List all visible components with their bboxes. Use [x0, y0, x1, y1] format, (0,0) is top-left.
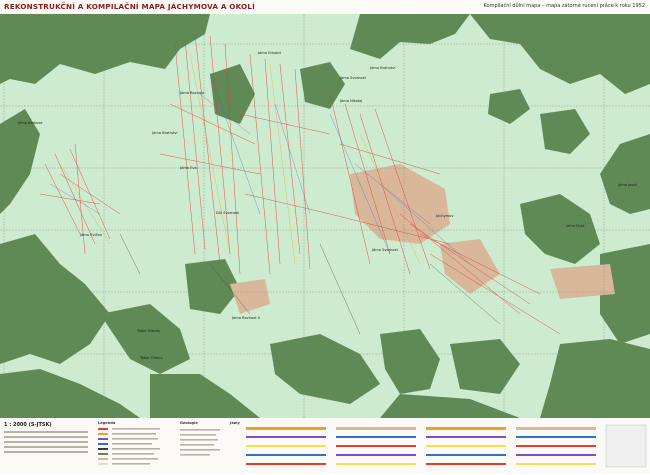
legend-graphic — [98, 424, 647, 468]
map-title: REKONSTRUKČNÍ A KOMPILAČNÍ MAPA JÁCHYMOV… — [4, 2, 256, 11]
legend-heading: Geologie — [180, 421, 198, 425]
map-label: Jáma Rovnost II — [231, 316, 260, 320]
map-label: Důl Svornost — [216, 211, 240, 215]
scale-block: 1 : 2000 (S-JTSK) — [4, 422, 92, 470]
legend-text-lines — [112, 428, 220, 465]
map-label: Jáma Nikolaj — [339, 99, 362, 103]
text-line — [4, 441, 88, 443]
map-label: Jáma Svornost — [339, 76, 366, 80]
map-label: Jáma Bratrství — [369, 66, 397, 70]
map-label: Jáma Bratrství — [151, 131, 179, 135]
map-label: Tábor Ostrov — [139, 356, 164, 360]
map-label: Tábor Nikolaj — [136, 329, 160, 333]
legend: Legenda Geologie Jámy — [96, 421, 648, 471]
map-label: Jáma Josef — [617, 183, 637, 187]
map-label: Jáma Evička — [79, 233, 102, 237]
text-line — [4, 446, 88, 448]
map-label: Jáchymov — [435, 214, 454, 218]
map-label: Jáma Rovnost — [179, 91, 205, 95]
title-bar: REKONSTRUKČNÍ A KOMPILAČNÍ MAPA JÁCHYMOV… — [0, 0, 650, 14]
legend-heading: Jámy — [230, 421, 240, 425]
scale-label: 1 : 2000 (S-JTSK) — [4, 422, 52, 428]
text-line — [4, 431, 88, 433]
map-label: Jáma Eliáš — [565, 224, 585, 228]
shaft-profiles — [246, 424, 647, 468]
text-line — [4, 451, 88, 453]
legend-swatches-1 — [98, 428, 108, 465]
map-label: Jáma Eduard — [257, 51, 281, 55]
map-label: Jáma Barbora — [17, 121, 42, 125]
map-label: Jáma Svornost — [371, 248, 398, 252]
map-sheet: REKONSTRUKČNÍ A KOMPILAČNÍ MAPA JÁCHYMOV… — [0, 0, 650, 473]
map-subtitle: Kompilační důlní mapa – mapa zátorné ruc… — [483, 3, 646, 9]
text-line — [4, 436, 88, 438]
map-label: Jáma Eva — [179, 166, 197, 170]
map-canvas[interactable]: Jáma Eduard Jáma Rovnost Jáma Barbora Já… — [0, 14, 650, 418]
legend-heading: Legenda — [98, 421, 116, 425]
